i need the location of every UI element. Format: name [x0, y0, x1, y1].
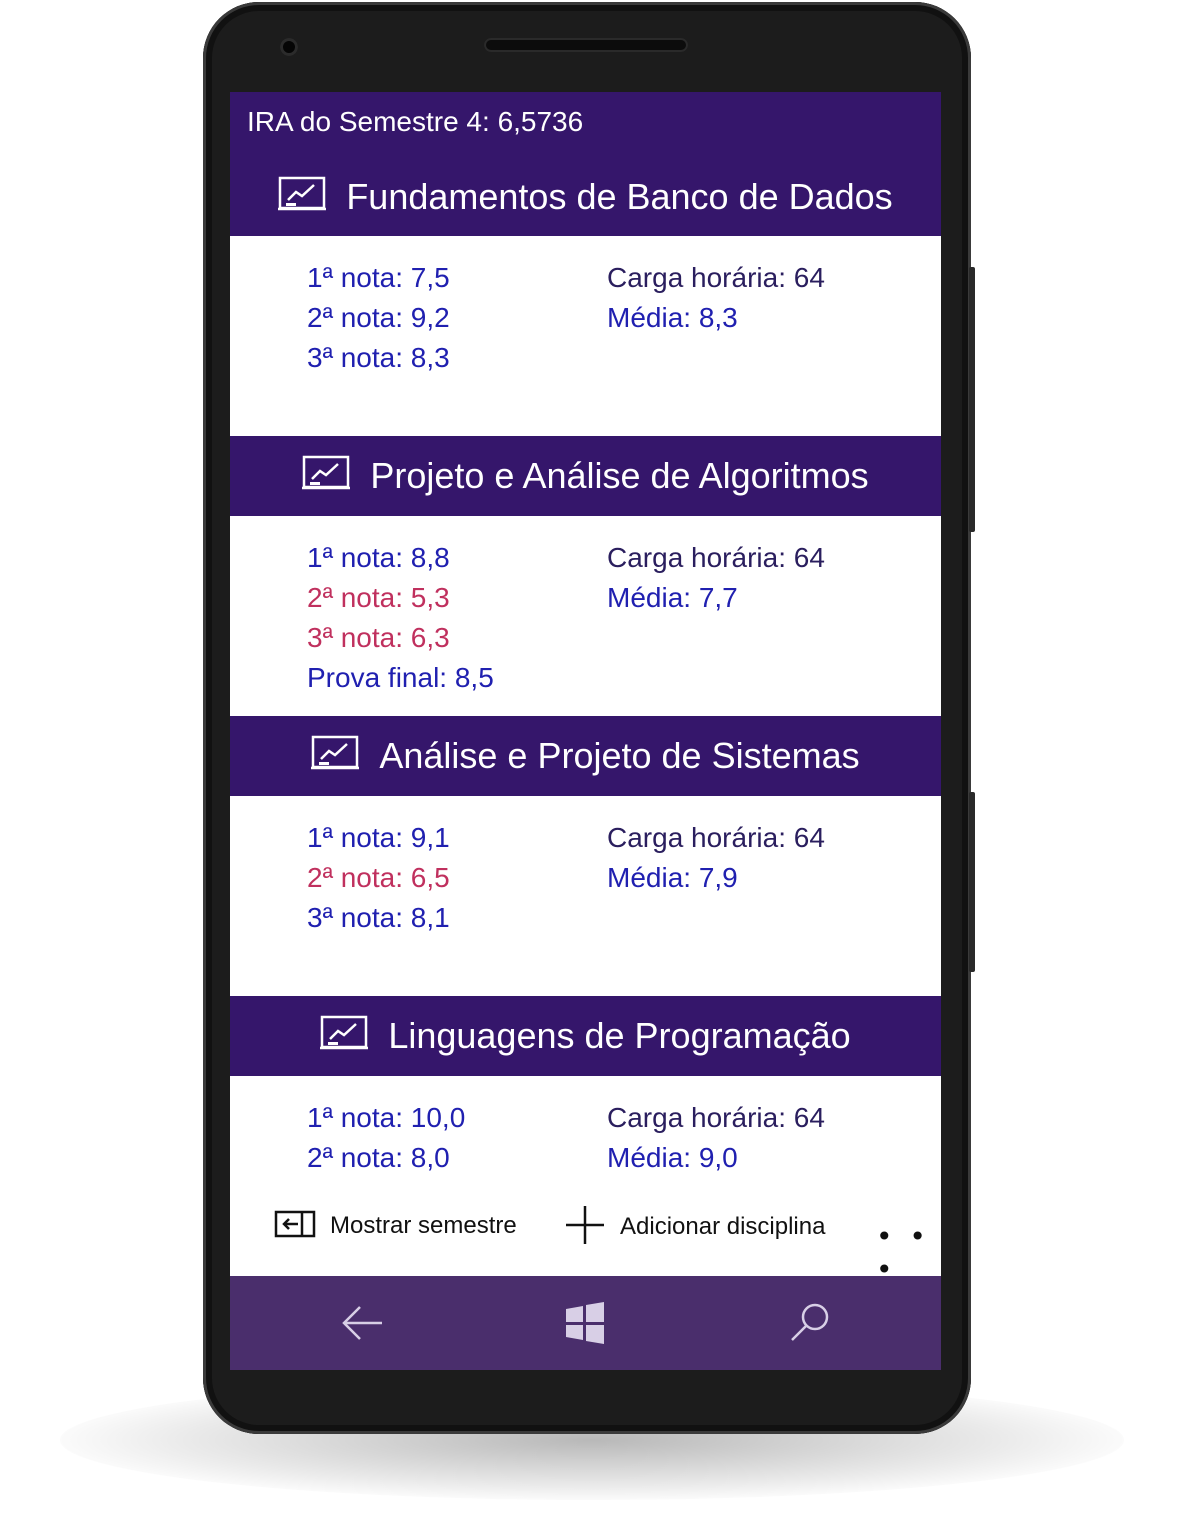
course-title: Projeto e Análise de Algoritmos — [370, 455, 869, 496]
show-semester-label: Mostrar semestre — [330, 1212, 517, 1239]
workload-label: Carga horária: 64 — [607, 1102, 825, 1133]
system-navigation-bar — [230, 1276, 941, 1370]
command-bar: Mostrar semestre Adicionar disciplina • … — [230, 1190, 941, 1286]
add-course-label: Adicionar disciplina — [620, 1213, 826, 1240]
course-header[interactable]: Fundamentos de Banco de Dados — [230, 158, 941, 236]
power-button — [969, 792, 975, 972]
course-details: 1ª nota: 8,8 2ª nota: 5,3 3ª nota: 6,3 P… — [230, 516, 941, 716]
grade-item-low: 3ª nota: 6,3 — [307, 622, 450, 653]
grade-list: 1ª nota: 10,0 2ª nota: 8,0 — [307, 1098, 465, 1178]
grade-item: 1ª nota: 8,8 — [307, 542, 450, 573]
add-course-button[interactable]: Adicionar disciplina — [564, 1204, 825, 1250]
average-label: Média: 8,3 — [607, 302, 738, 333]
grade-item: 2ª nota: 9,2 — [307, 302, 450, 333]
chart-board-icon — [278, 176, 327, 218]
course-details: 1ª nota: 10,0 2ª nota: 8,0 Carga horária… — [230, 1076, 941, 1190]
workload-label: Carga horária: 64 — [607, 542, 825, 573]
grade-item-low: 2ª nota: 6,5 — [307, 862, 450, 893]
course-header[interactable]: Análise e Projeto de Sistemas — [230, 716, 941, 796]
volume-button — [969, 267, 975, 532]
app-screen: IRA do Semestre 4: 6,5736 Fundamentos de… — [230, 92, 941, 1370]
average-label: Média: 7,9 — [607, 862, 738, 893]
search-button[interactable] — [786, 1300, 836, 1346]
course-title: Fundamentos de Banco de Dados — [346, 176, 893, 217]
grade-item: 1ª nota: 10,0 — [307, 1102, 466, 1133]
course-info: Carga horária: 64 Média: 7,7 — [607, 538, 825, 618]
chart-board-icon — [311, 735, 360, 777]
back-arrow-icon — [338, 1306, 388, 1350]
windows-logo-icon — [562, 1302, 612, 1350]
earpiece-speaker — [484, 38, 688, 52]
plus-icon — [564, 1204, 606, 1250]
back-button[interactable] — [338, 1300, 388, 1346]
grade-item: 3ª nota: 8,1 — [307, 902, 450, 933]
course-details: 1ª nota: 9,1 2ª nota: 6,5 3ª nota: 8,1 C… — [230, 796, 941, 996]
course-title: Linguagens de Programação — [388, 1015, 851, 1056]
course-info: Carga horária: 64 Média: 8,3 — [607, 258, 825, 338]
semester-ira-bar: IRA do Semestre 4: 6,5736 — [230, 92, 941, 158]
front-camera — [280, 38, 298, 56]
course-header[interactable]: Linguagens de Programação — [230, 996, 941, 1076]
show-semester-button[interactable]: Mostrar semestre — [274, 1210, 517, 1242]
grade-item-low: 2ª nota: 5,3 — [307, 582, 450, 613]
grade-list: 1ª nota: 8,8 2ª nota: 5,3 3ª nota: 6,3 P… — [307, 538, 494, 698]
grade-item: 1ª nota: 7,5 — [307, 262, 450, 293]
final-exam-item: Prova final: 8,5 — [307, 662, 494, 693]
search-icon — [786, 1303, 836, 1350]
chart-board-icon — [320, 1015, 369, 1057]
grade-list: 1ª nota: 9,1 2ª nota: 6,5 3ª nota: 8,1 — [307, 818, 450, 938]
course-info: Carga horária: 64 Média: 7,9 — [607, 818, 825, 898]
course-info: Carga horária: 64 Média: 9,0 — [607, 1098, 825, 1178]
workload-label: Carga horária: 64 — [607, 822, 825, 853]
grade-item: 1ª nota: 9,1 — [307, 822, 450, 853]
average-label: Média: 7,7 — [607, 582, 738, 613]
course-header[interactable]: Projeto e Análise de Algoritmos — [230, 436, 941, 516]
chart-board-icon — [302, 455, 351, 497]
workload-label: Carga horária: 64 — [607, 262, 825, 293]
exit-to-left-icon — [274, 1210, 316, 1242]
average-label: Média: 9,0 — [607, 1142, 738, 1173]
semester-ira-label: IRA do Semestre 4: 6,5736 — [247, 106, 584, 137]
start-button[interactable] — [562, 1300, 612, 1346]
grade-item: 3ª nota: 8,3 — [307, 342, 450, 373]
course-title: Análise e Projeto de Sistemas — [379, 735, 860, 776]
course-details: 1ª nota: 7,5 2ª nota: 9,2 3ª nota: 8,3 C… — [230, 236, 941, 436]
grade-item: 2ª nota: 8,0 — [307, 1142, 450, 1173]
grade-list: 1ª nota: 7,5 2ª nota: 9,2 3ª nota: 8,3 — [307, 258, 450, 378]
